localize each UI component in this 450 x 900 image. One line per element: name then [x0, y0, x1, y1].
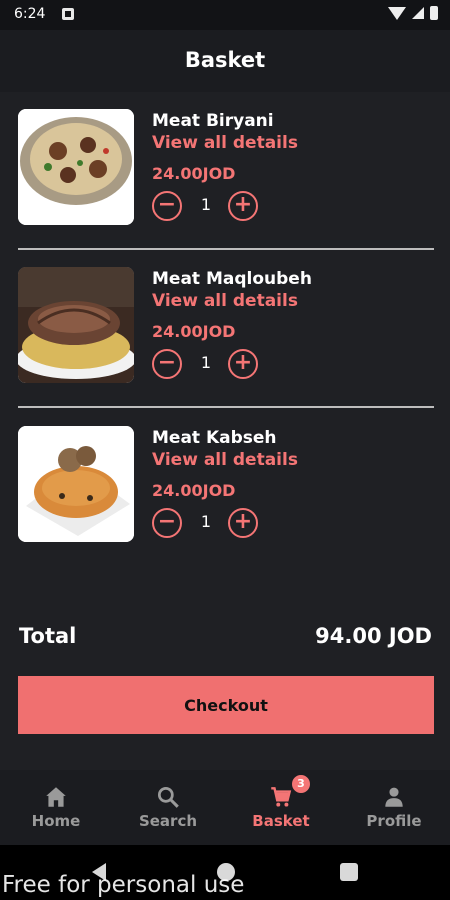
- nav-label-search: Search: [138, 812, 198, 830]
- item-price: 24.00JOD: [152, 322, 236, 341]
- app-header: Basket: [0, 30, 450, 92]
- nav-item-search[interactable]: Search: [112, 770, 224, 845]
- product-image[interactable]: [18, 267, 134, 383]
- product-image[interactable]: [18, 109, 134, 225]
- decrease-quantity-button[interactable]: −: [152, 508, 182, 538]
- total-label: Total: [19, 624, 77, 648]
- basket-item: Meat Maqloubeh View all details 24.00JOD…: [18, 267, 434, 385]
- basket-item: Meat Kabseh View all details 24.00JOD − …: [18, 426, 434, 544]
- recents-icon[interactable]: [340, 863, 358, 881]
- nav-item-home[interactable]: Home: [0, 770, 112, 845]
- cellular-icon: [412, 7, 424, 19]
- checkout-button[interactable]: Checkout: [18, 676, 434, 734]
- view-details-link[interactable]: View all details: [152, 291, 298, 311]
- quantity-stepper: − 1 +: [152, 508, 272, 540]
- increase-quantity-button[interactable]: +: [228, 191, 258, 221]
- search-icon: [157, 786, 179, 808]
- decrease-quantity-button[interactable]: −: [152, 349, 182, 379]
- checkout-button-label: Checkout: [184, 695, 268, 715]
- nav-item-basket[interactable]: 3 Basket: [225, 770, 337, 845]
- view-details-link[interactable]: View all details: [152, 450, 298, 470]
- quantity-stepper: − 1 +: [152, 349, 272, 381]
- wifi-icon: [388, 6, 406, 20]
- item-divider: [18, 406, 434, 408]
- bottom-navigation: Home Search 3 Basket Profile: [0, 770, 450, 845]
- basket-count-badge: 3: [291, 774, 311, 794]
- cart-icon: [271, 787, 292, 807]
- view-details-link[interactable]: View all details: [152, 133, 298, 153]
- item-name: Meat Maqloubeh: [152, 269, 312, 289]
- decrease-quantity-button[interactable]: −: [152, 191, 182, 221]
- status-time: 6:24: [14, 6, 46, 22]
- item-divider: [18, 248, 434, 250]
- product-image[interactable]: [18, 426, 134, 542]
- sim-icon: [62, 8, 74, 20]
- page-title: Basket: [184, 48, 266, 72]
- nav-label-profile: Profile: [366, 812, 422, 830]
- item-quantity: 1: [200, 512, 212, 531]
- item-name: Meat Kabseh: [152, 428, 277, 448]
- basket-item: Meat Biryani View all details 24.00JOD −…: [18, 109, 434, 227]
- nav-label-basket: Basket: [252, 812, 310, 830]
- item-price: 24.00JOD: [152, 481, 236, 500]
- nav-item-profile[interactable]: Profile: [338, 770, 450, 845]
- item-quantity: 1: [200, 195, 212, 214]
- person-icon: [385, 787, 403, 807]
- item-quantity: 1: [200, 353, 212, 372]
- item-price: 24.00JOD: [152, 164, 236, 183]
- battery-icon: [430, 6, 438, 20]
- home-icon: [46, 787, 66, 807]
- watermark-text: Free for personal use: [2, 872, 245, 898]
- quantity-stepper: − 1 +: [152, 191, 272, 223]
- increase-quantity-button[interactable]: +: [228, 508, 258, 538]
- status-bar: 6:24: [0, 0, 450, 30]
- increase-quantity-button[interactable]: +: [228, 349, 258, 379]
- total-value: 94.00 JOD: [315, 624, 432, 648]
- nav-label-home: Home: [31, 812, 81, 830]
- item-name: Meat Biryani: [152, 111, 274, 131]
- system-icons: [388, 6, 438, 20]
